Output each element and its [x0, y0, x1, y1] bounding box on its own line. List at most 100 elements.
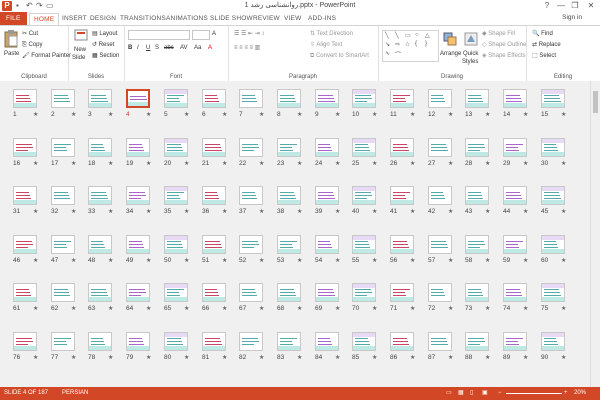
select-button[interactable]: ⬚ Select	[532, 52, 556, 60]
slide-preview[interactable]	[315, 283, 339, 302]
slide-preview[interactable]	[352, 138, 376, 157]
slide-preview[interactable]	[277, 186, 301, 205]
slide-thumbnail[interactable]	[239, 89, 263, 108]
arrange-icon[interactable]	[443, 32, 457, 46]
slide-thumbnail[interactable]	[503, 235, 527, 254]
slide-preview[interactable]	[88, 235, 112, 254]
animation-star-icon[interactable]: ★	[297, 257, 302, 264]
slide-thumbnail[interactable]	[88, 235, 112, 254]
slide-thumbnail[interactable]	[164, 283, 188, 302]
animation-star-icon[interactable]: ★	[561, 208, 566, 215]
animation-star-icon[interactable]: ★	[561, 305, 566, 312]
slide-thumbnail[interactable]	[465, 235, 489, 254]
slide-thumbnail[interactable]	[88, 186, 112, 205]
tab-transitions[interactable]: TRANSITIONS	[120, 13, 166, 25]
slide-preview[interactable]	[277, 138, 301, 157]
slide-thumbnail[interactable]	[13, 186, 37, 205]
animation-star-icon[interactable]: ★	[184, 257, 189, 264]
slide-preview[interactable]	[390, 235, 414, 254]
section-button[interactable]: ▦ Section	[92, 52, 119, 60]
shape-fill-button[interactable]: ◆ Shape Fill	[482, 30, 515, 38]
brace2-shape-icon[interactable]: }	[425, 41, 427, 47]
strikethrough-button[interactable]: abc	[164, 44, 174, 52]
animation-star-icon[interactable]: ★	[33, 354, 38, 361]
slide-thumbnail[interactable]	[503, 332, 527, 351]
brace-shape-icon[interactable]: {	[415, 41, 417, 47]
slide-preview[interactable]	[51, 138, 75, 157]
animation-star-icon[interactable]: ★	[523, 208, 528, 215]
slide-thumbnail[interactable]	[13, 138, 37, 157]
slide-thumbnail[interactable]	[352, 138, 376, 157]
slide-thumbnail[interactable]	[315, 138, 339, 157]
copy-button[interactable]: ⎘ Copy	[22, 41, 42, 49]
slide-preview[interactable]	[164, 283, 188, 302]
slide-thumbnail[interactable]	[239, 186, 263, 205]
animation-star-icon[interactable]: ★	[222, 111, 227, 118]
rectangle-shape-icon[interactable]: ▭	[405, 32, 411, 39]
animation-star-icon[interactable]: ★	[561, 160, 566, 167]
spacing-button[interactable]: AV	[180, 44, 188, 52]
shape-effects-button[interactable]: ◈ Shape Effects	[482, 52, 526, 60]
slide-preview[interactable]	[503, 235, 527, 254]
zoom-in-icon[interactable]: +	[564, 387, 568, 400]
slide-preview[interactable]	[428, 332, 452, 351]
normal-view-icon[interactable]: ▭	[446, 387, 452, 400]
animation-star-icon[interactable]: ★	[146, 208, 151, 215]
slide-thumbnail[interactable]	[503, 283, 527, 302]
arrow-shape-icon[interactable]: ⇨	[395, 41, 400, 48]
slide-thumbnail[interactable]	[126, 332, 150, 351]
slide-preview[interactable]	[428, 138, 452, 157]
slide-thumbnail[interactable]	[465, 138, 489, 157]
animation-star-icon[interactable]: ★	[297, 111, 302, 118]
animation-star-icon[interactable]: ★	[184, 160, 189, 167]
animation-star-icon[interactable]: ★	[485, 257, 490, 264]
slide-preview[interactable]	[239, 138, 263, 157]
animation-star-icon[interactable]: ★	[448, 354, 453, 361]
slide-thumbnail[interactable]	[88, 89, 112, 108]
animation-star-icon[interactable]: ★	[410, 160, 415, 167]
slide-thumbnail[interactable]	[390, 283, 414, 302]
slide-preview[interactable]	[503, 332, 527, 351]
animation-star-icon[interactable]: ★	[372, 111, 377, 118]
slide-thumbnail[interactable]	[88, 283, 112, 302]
slide-preview[interactable]	[164, 138, 188, 157]
animation-star-icon[interactable]: ★	[222, 257, 227, 264]
animation-star-icon[interactable]: ★	[33, 111, 38, 118]
slide-thumbnail[interactable]	[315, 235, 339, 254]
slide-preview[interactable]	[164, 235, 188, 254]
slide-preview[interactable]	[352, 89, 376, 108]
format-painter-button[interactable]: 🖌 Format Painter	[22, 52, 71, 60]
slide-thumbnail[interactable]	[465, 283, 489, 302]
slide-preview[interactable]	[88, 89, 112, 108]
align-icons[interactable]: ≡ ≡ ≡ ≡ ▥	[234, 44, 260, 52]
slide-preview[interactable]	[13, 186, 37, 205]
slide-thumbnail[interactable]	[164, 89, 188, 108]
slide-thumbnail[interactable]	[164, 138, 188, 157]
animation-star-icon[interactable]: ★	[108, 257, 113, 264]
animation-star-icon[interactable]: ★	[372, 305, 377, 312]
help-button[interactable]: ?	[540, 0, 554, 12]
animation-star-icon[interactable]: ★	[448, 305, 453, 312]
tab-slide-show[interactable]: SLIDE SHOW	[210, 13, 253, 25]
curve-shape-icon[interactable]: ∿	[385, 50, 390, 57]
bold-button[interactable]: B	[128, 44, 132, 52]
new-slide-button[interactable]: New	[74, 46, 86, 54]
slide-preview[interactable]	[164, 332, 188, 351]
animation-star-icon[interactable]: ★	[448, 111, 453, 118]
zoom-slider[interactable]	[506, 393, 562, 394]
slide-preview[interactable]	[202, 332, 226, 351]
slide-thumbnail[interactable]	[315, 332, 339, 351]
minimize-button[interactable]: —	[554, 0, 568, 12]
animation-star-icon[interactable]: ★	[222, 208, 227, 215]
slide-preview[interactable]	[503, 186, 527, 205]
slide-thumbnail[interactable]	[51, 89, 75, 108]
slide-preview[interactable]	[390, 186, 414, 205]
slide-thumbnail[interactable]	[88, 332, 112, 351]
slide-thumbnail[interactable]	[51, 332, 75, 351]
slide-thumbnail[interactable]	[390, 332, 414, 351]
slide-preview[interactable]	[239, 186, 263, 205]
slide-preview[interactable]	[352, 283, 376, 302]
slide-thumbnail[interactable]	[390, 186, 414, 205]
slide-preview[interactable]	[51, 283, 75, 302]
slide-thumbnail[interactable]	[13, 332, 37, 351]
